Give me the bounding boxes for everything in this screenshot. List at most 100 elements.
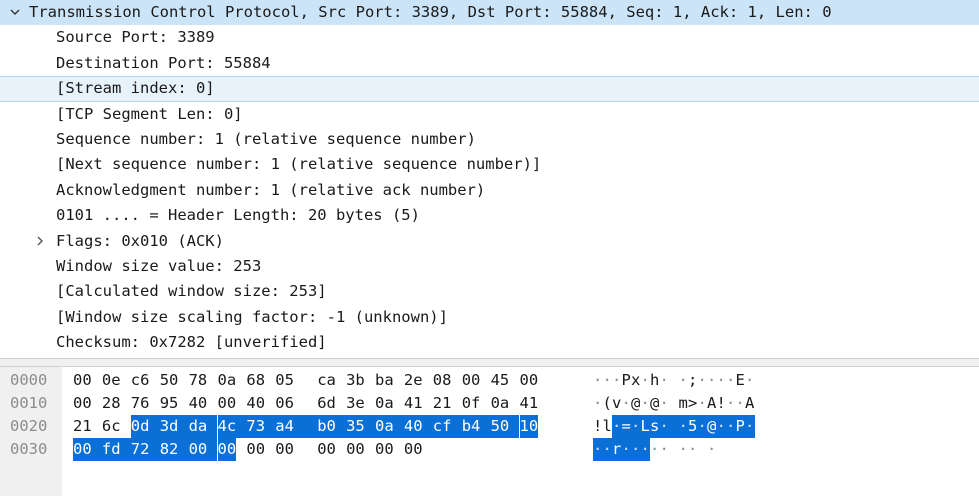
ascii-char[interactable]: A	[745, 392, 755, 415]
ascii-char[interactable]: !	[593, 415, 603, 438]
hex-byte[interactable]: 0a	[491, 392, 510, 415]
hex-byte[interactable]: 50	[160, 369, 179, 392]
ascii-char[interactable]: ·	[660, 392, 670, 415]
hex-byte[interactable]: 68	[246, 369, 265, 392]
ascii-char[interactable]: m	[679, 392, 689, 415]
ascii-char[interactable]: P	[735, 415, 745, 438]
hex-byte[interactable]: 41	[404, 392, 423, 415]
ascii-char[interactable]: ·	[679, 438, 689, 461]
tree-item[interactable]: 0101 .... = Header Length: 20 bytes (5)	[0, 203, 979, 228]
hex-byte[interactable]: 50	[490, 415, 520, 438]
hex-byte[interactable]: c6	[131, 369, 150, 392]
hex-byte[interactable]: 05	[275, 369, 294, 392]
ascii-char[interactable]: ·	[641, 369, 651, 392]
hex-byte[interactable]: 2e	[404, 369, 423, 392]
hex-byte[interactable]: 21	[73, 415, 92, 438]
hex-byte[interactable]: 0d	[130, 415, 160, 438]
hex-byte[interactable]: 08	[433, 369, 452, 392]
hex-byte[interactable]: 41	[520, 392, 539, 415]
hex-byte[interactable]: 0a	[375, 392, 394, 415]
hex-byte[interactable]: 00	[520, 369, 539, 392]
hex-byte[interactable]: 00	[275, 438, 294, 461]
ascii-char[interactable]: ·	[697, 415, 707, 438]
ascii-char[interactable]: ·	[612, 415, 622, 438]
ascii-char[interactable]: ·	[641, 392, 651, 415]
hex-byte[interactable]: 78	[189, 369, 208, 392]
ascii-char[interactable]: ·	[678, 415, 688, 438]
hex-byte[interactable]: a4	[275, 415, 318, 438]
ascii-char[interactable]: ·	[698, 369, 708, 392]
ascii-char[interactable]: P	[622, 369, 632, 392]
hex-row[interactable]: 0030 00 fd 72 82 00 00 00 00 00 00 00 00 · · r · · · · · · · ·	[0, 438, 979, 461]
ascii-char[interactable]: ·	[679, 369, 689, 392]
ascii-char[interactable]: ·	[716, 415, 726, 438]
pane-splitter[interactable]	[0, 358, 979, 367]
ascii-char[interactable]: ·	[707, 369, 717, 392]
tree-item[interactable]: Acknowledgment number: 1 (relative ack n…	[0, 178, 979, 203]
hex-byte[interactable]: da	[188, 415, 218, 438]
ascii-char[interactable]: ·	[688, 438, 698, 461]
tree-item[interactable]: [Calculated window size: 253]	[0, 279, 979, 304]
hex-byte[interactable]: 0f	[462, 392, 481, 415]
hex-byte[interactable]: 3e	[346, 392, 365, 415]
hex-byte[interactable]: 00	[462, 369, 481, 392]
hex-byte[interactable]: 21	[433, 392, 452, 415]
tree-item[interactable]: [Window size scaling factor: -1 (unknown…	[0, 305, 979, 330]
chevron-down-icon[interactable]	[9, 0, 23, 25]
ascii-char[interactable]: ·	[726, 392, 736, 415]
ascii-char[interactable]: ·	[726, 415, 736, 438]
ascii-char[interactable]: r	[612, 438, 622, 461]
hex-byte[interactable]: 6d	[317, 392, 336, 415]
ascii-char[interactable]: ·	[745, 369, 755, 392]
hex-byte[interactable]: 35	[346, 415, 375, 438]
hex-byte[interactable]: 28	[102, 392, 121, 415]
ascii-char[interactable]: ·	[593, 392, 603, 415]
ascii-char[interactable]: ·	[593, 438, 603, 461]
ascii-char[interactable]: ·	[603, 369, 613, 392]
hex-byte[interactable]: b4	[461, 415, 491, 438]
ascii-char[interactable]: ·	[631, 415, 641, 438]
ascii-char[interactable]: ·	[660, 438, 670, 461]
ascii-char[interactable]: v	[612, 392, 622, 415]
chevron-right-icon[interactable]	[34, 229, 48, 254]
ascii-char[interactable]: ·	[707, 438, 717, 461]
hex-row[interactable]: 0010 00 28 76 95 40 00 40 06 6d 3e 0a 41 21 0f 0a 41 ·(v ·…	[0, 392, 979, 415]
hex-byte[interactable]: 0a	[375, 415, 404, 438]
hex-byte[interactable]: 45	[491, 369, 510, 392]
ascii-char[interactable]: ·	[745, 415, 755, 438]
ascii-char[interactable]: ·	[622, 392, 632, 415]
ascii-char[interactable]: ·	[612, 369, 622, 392]
ascii-char[interactable]: 5	[688, 415, 698, 438]
ascii-char[interactable]: A	[707, 392, 717, 415]
ascii-char[interactable]: ·	[621, 438, 631, 461]
hex-byte[interactable]: cf	[432, 415, 462, 438]
hex-byte[interactable]: 72	[130, 438, 160, 461]
hex-byte[interactable]: 76	[131, 392, 150, 415]
tree-item[interactable]: Checksum: 0x7282 [unverified]	[0, 330, 979, 355]
hex-byte[interactable]: 4c	[217, 415, 247, 438]
hex-byte[interactable]: 95	[160, 392, 179, 415]
ascii-char[interactable]: E	[736, 369, 746, 392]
hex-byte[interactable]: 40	[189, 392, 208, 415]
ascii-char[interactable]: (	[603, 392, 613, 415]
hex-byte[interactable]: 0e	[102, 369, 121, 392]
tree-item[interactable]: [TCP Segment Len: 0]	[0, 102, 979, 127]
ascii-char[interactable]: ·	[736, 392, 746, 415]
hex-byte[interactable]: ba	[375, 369, 394, 392]
ascii-char[interactable]: ·	[726, 369, 736, 392]
tree-item[interactable]: [Stream index: 0]	[0, 76, 979, 102]
hex-byte[interactable]: 40	[246, 392, 265, 415]
ascii-char[interactable]: ·	[602, 438, 612, 461]
hex-byte[interactable]: 00	[188, 438, 218, 461]
ascii-char[interactable]: @	[650, 392, 660, 415]
hex-byte[interactable]: 00	[346, 438, 365, 461]
ascii-char[interactable]: ·	[717, 369, 727, 392]
hex-byte[interactable]: 6c	[102, 415, 121, 438]
ascii-char[interactable]: ;	[688, 369, 698, 392]
hex-byte[interactable]: 00	[246, 438, 265, 461]
ascii-char[interactable]: >	[688, 392, 698, 415]
tree-item[interactable]: Source Port: 3389	[0, 25, 979, 50]
ascii-char[interactable]: ·	[660, 369, 670, 392]
hex-byte[interactable]: 00	[317, 438, 336, 461]
hex-byte[interactable]: 00	[218, 392, 237, 415]
